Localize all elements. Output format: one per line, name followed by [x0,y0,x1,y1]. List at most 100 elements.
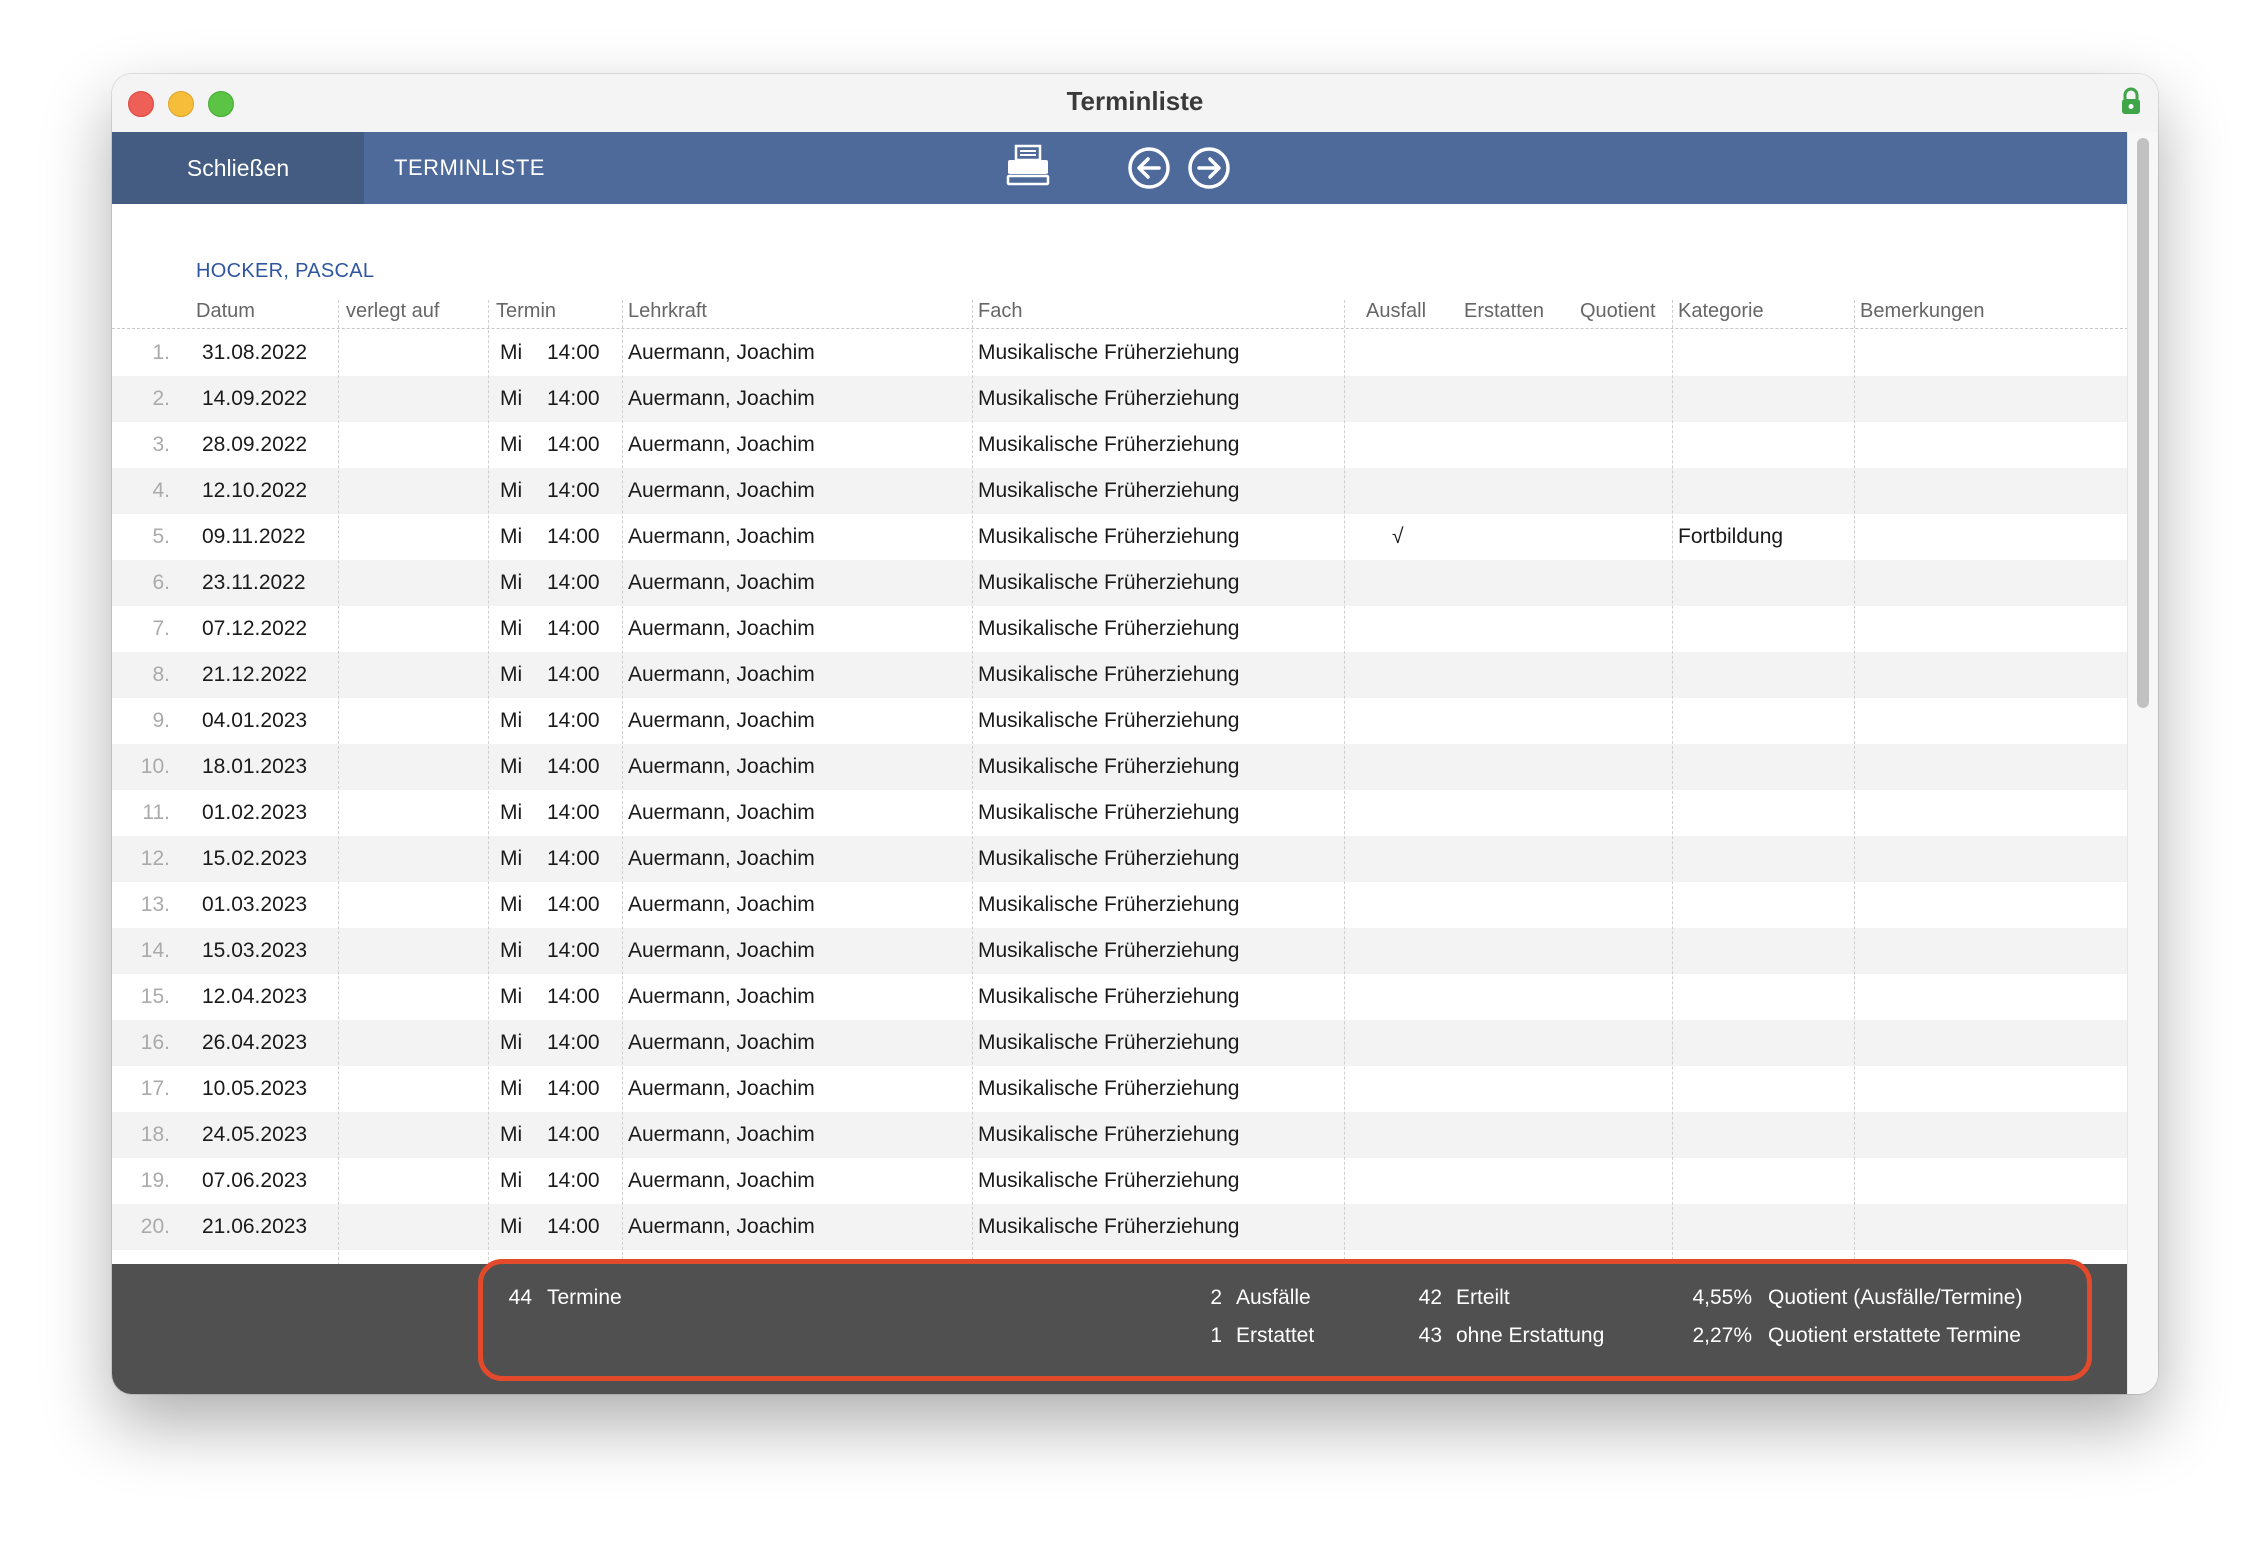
termine-label: Termine [547,1286,622,1309]
subject-cell: Musikalische Früherziehung [978,617,1240,640]
time-cell: 14:00 [547,893,600,916]
time-cell: 14:00 [547,433,600,456]
date-cell: 12.10.2022 [202,479,308,502]
table-row[interactable]: 20. 21.06.2023 Mi 14:00 Auermann, Joachim Mus… [112,1204,2128,1250]
erteilt-count: 42 [1418,1286,1442,1309]
teacher-cell: Auermann, Joachim [628,801,815,824]
time-cell: 14:00 [547,479,600,502]
subject-cell: Musikalische Früherziehung [978,893,1240,916]
row-number: 5. [152,525,170,548]
ohne-erstattung-count: 43 [1418,1324,1442,1347]
table-row[interactable]: 13. 01.03.2023 Mi 14:00 Auermann, Joachim Mus… [112,882,2128,928]
row-number: 15. [140,985,170,1008]
time-cell: 14:00 [547,1123,600,1146]
column-header-lehrkraft: Lehrkraft [628,300,707,322]
table-row[interactable]: 18. 24.05.2023 Mi 14:00 Auermann, Joachim Mus… [112,1112,2128,1158]
table-row[interactable]: 7. 07.12.2022 Mi 14:00 Auermann, Joachim Musi… [112,606,2128,652]
lock-icon [2122,87,2140,114]
subject-cell: Musikalische Früherziehung [978,341,1240,364]
arrow-right-circle-icon[interactable] [1187,146,1231,190]
subject-cell: Musikalische Früherziehung [978,387,1240,410]
teacher-cell: Auermann, Joachim [628,985,815,1008]
column-separator [972,300,973,1264]
date-cell: 21.12.2022 [202,663,308,686]
date-cell: 01.02.2023 [202,801,308,824]
subject-cell: Musikalische Früherziehung [978,755,1240,778]
date-cell: 28.09.2022 [202,433,308,456]
table-row[interactable]: 17. 10.05.2023 Mi 14:00 Auermann, Joachim Mus… [112,1066,2128,1112]
table-row[interactable]: 1. 31.08.2022 Mi 14:00 Auermann, Joachim Musi… [112,330,2128,376]
quotient-label: Quotient (Ausfälle/Termine) [1768,1286,2023,1309]
toolbar-title: TERMINLISTE [394,155,545,180]
subject-cell: Musikalische Früherziehung [978,433,1240,456]
table-row[interactable]: 12. 15.02.2023 Mi 14:00 Auermann, Joachim Mus… [112,836,2128,882]
termine-count: 44 [508,1286,532,1309]
table-row[interactable]: 8. 21.12.2022 Mi 14:00 Auermann, Joachim Musi… [112,652,2128,698]
teacher-cell: Auermann, Joachim [628,525,815,548]
date-cell: 23.11.2022 [202,571,306,594]
row-number: 14. [140,939,170,962]
time-cell: 14:00 [547,617,600,640]
date-cell: 26.04.2023 [202,1031,308,1054]
table-row[interactable]: 4. 12.10.2022 Mi 14:00 Auermann, Joachim Musi… [112,468,2128,514]
table-row[interactable]: 3. 28.09.2022 Mi 14:00 Auermann, Joachim Musi… [112,422,2128,468]
row-number: 1. [152,341,170,364]
weekday-cell: Mi [500,433,523,456]
subject-cell: Musikalische Früherziehung [978,525,1240,548]
weekday-cell: Mi [500,1169,523,1192]
row-number: 7. [152,617,170,640]
scrollbar-thumb[interactable] [2137,138,2149,708]
table-row[interactable]: 19. 07.06.2023 Mi 14:00 Auermann, Joachim Mus… [112,1158,2128,1204]
column-header-verlegt: verlegt auf [346,300,440,322]
column-header-datum: Datum [196,300,255,322]
row-number: 9. [152,709,170,732]
close-button[interactable]: Schließen [112,132,364,204]
date-cell: 04.01.2023 [202,709,308,732]
time-cell: 14:00 [547,755,600,778]
row-number: 13. [140,893,170,916]
weekday-cell: Mi [500,571,523,594]
kategorie-cell: Fortbildung [1678,525,1784,548]
teacher-cell: Auermann, Joachim [628,755,815,778]
table-row[interactable]: 15. 12.04.2023 Mi 14:00 Auermann, Joachim Mus… [112,974,2128,1020]
table-row[interactable]: 11. 01.02.2023 Mi 14:00 Auermann, Joachim Mus… [112,790,2128,836]
table-row[interactable]: 2. 14.09.2022 Mi 14:00 Auermann, Joachim Musi… [112,376,2128,422]
column-header-erstatten: Erstatten [1464,300,1545,322]
subject-cell: Musikalische Früherziehung [978,571,1240,594]
table-row[interactable]: 14. 15.03.2023 Mi 14:00 Auermann, Joachim Mus… [112,928,2128,974]
row-number: 6. [152,571,170,594]
table-row[interactable]: 5. 09.11.2022 Mi 14:00 Auermann, Joachim Musi… [112,514,2128,560]
time-cell: 14:00 [547,939,600,962]
row-number: 16. [140,1031,170,1054]
weekday-cell: Mi [500,525,523,548]
row-number: 10. [140,755,170,778]
arrow-left-circle-icon[interactable] [1127,146,1171,190]
column-header-quotient: Quotient [1580,300,1656,322]
weekday-cell: Mi [500,479,523,502]
date-cell: 09.11.2022 [202,525,306,548]
row-number: 20. [140,1215,170,1238]
subject-cell: Musikalische Früherziehung [978,709,1240,732]
date-cell: 21.06.2023 [202,1215,308,1238]
header-divider [112,328,2128,329]
time-cell: 14:00 [547,1169,600,1192]
table-row[interactable]: 6. 23.11.2022 Mi 14:00 Auermann, Joachim Musi… [112,560,2128,606]
vertical-scrollbar[interactable] [2127,132,2158,1394]
teacher-cell: Auermann, Joachim [628,571,815,594]
table-row[interactable]: 9. 04.01.2023 Mi 14:00 Auermann, Joachim Musi… [112,698,2128,744]
date-cell: 12.04.2023 [202,985,308,1008]
table-row[interactable]: 16. 26.04.2023 Mi 14:00 Auermann, Joachim Mus… [112,1020,2128,1066]
time-cell: 14:00 [547,709,600,732]
subject-cell: Musikalische Früherziehung [978,1169,1240,1192]
printer-icon[interactable] [1005,144,1051,186]
weekday-cell: Mi [500,617,523,640]
row-number: 12. [140,847,170,870]
toolbar: Schließen TERMINLISTE [112,132,2128,204]
date-cell: 24.05.2023 [202,1123,308,1146]
weekday-cell: Mi [500,709,523,732]
table-row[interactable]: 10. 18.01.2023 Mi 14:00 Auermann, Joachim Mus… [112,744,2128,790]
column-header-fach: Fach [978,300,1023,322]
table-body: 1. 31.08.2022 Mi 14:00 Auermann, Joachim Musi… [112,330,2128,1250]
subject-cell: Musikalische Früherziehung [978,479,1240,502]
date-cell: 15.02.2023 [202,847,308,870]
